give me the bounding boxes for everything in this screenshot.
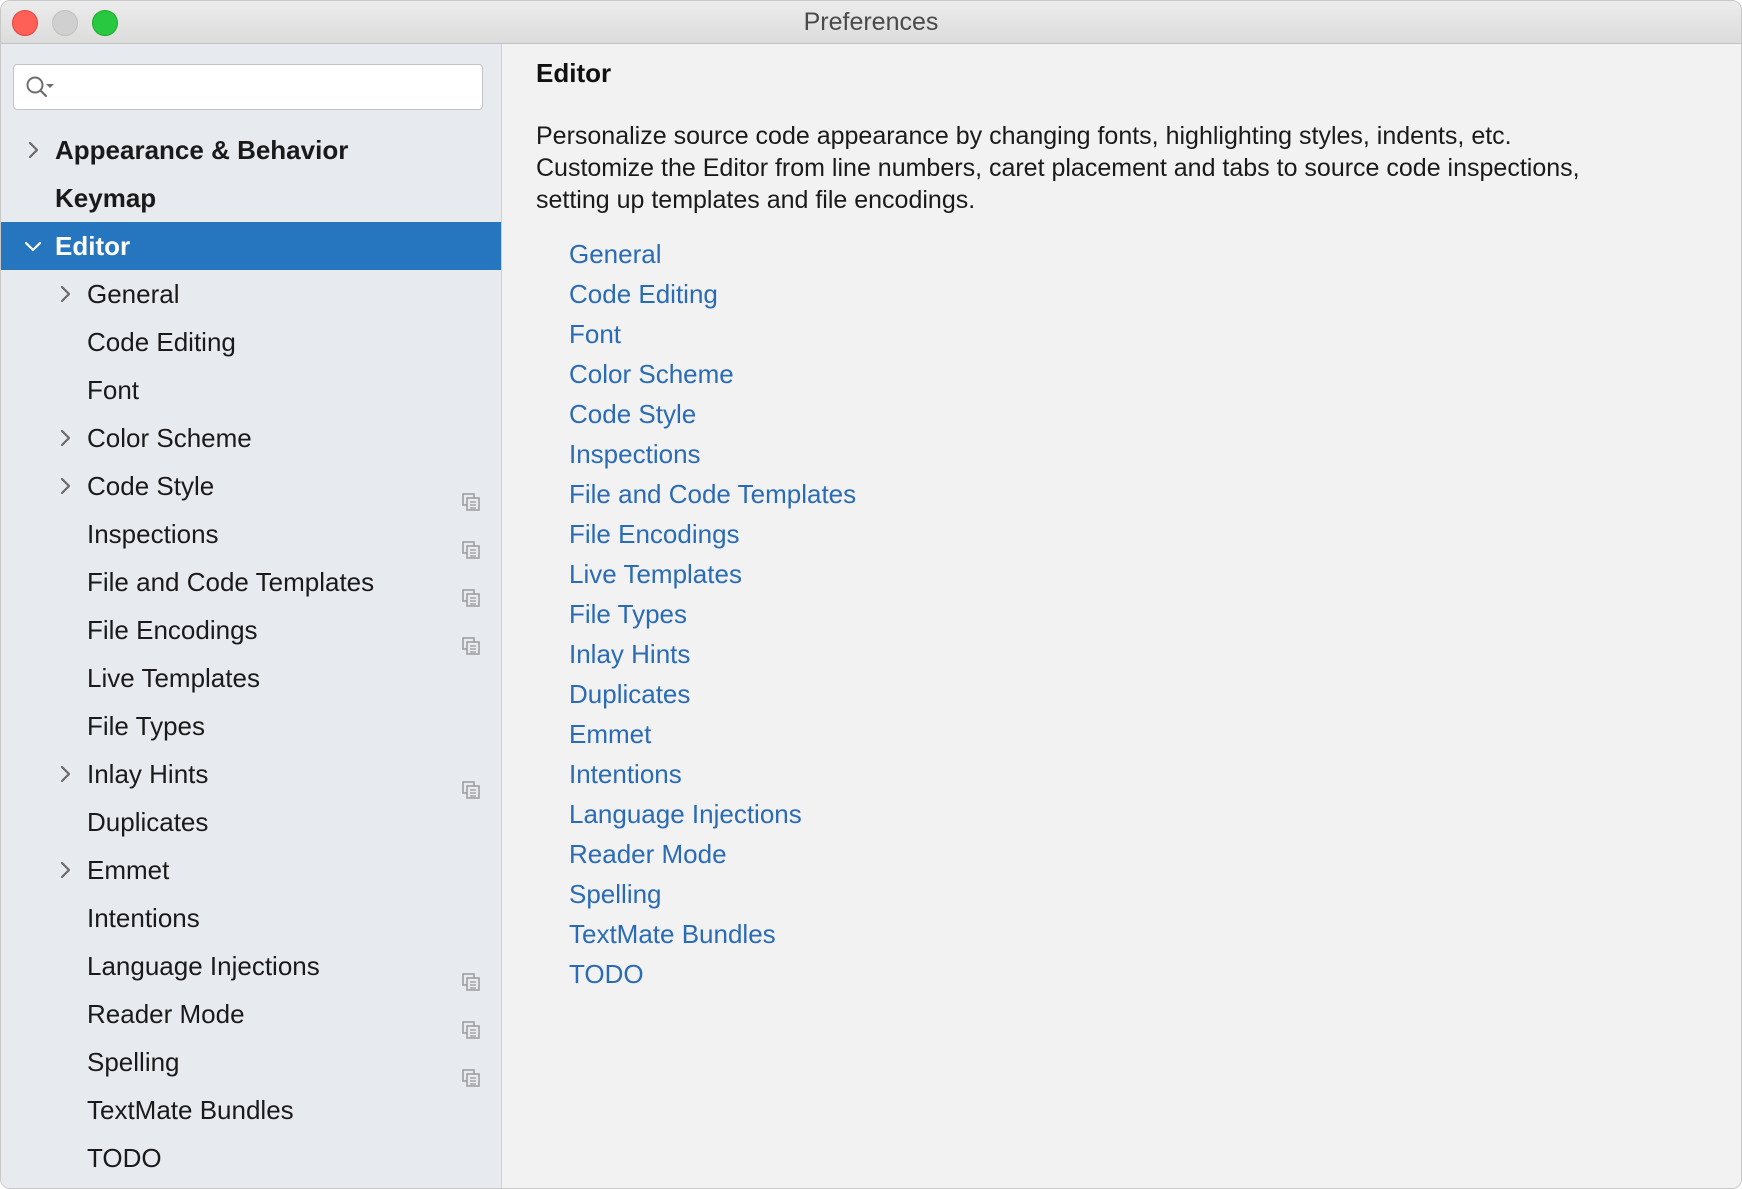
preferences-window: Preferences Appearance & Behavior Keymap E… [0,0,1742,1189]
chevron-right-icon[interactable] [55,428,75,448]
sidebar-item-label: File Encodings [87,615,258,645]
link-font[interactable]: Font [569,314,856,354]
search-icon[interactable] [25,75,55,101]
chevron-right-icon[interactable] [55,764,75,784]
sidebar-item-inspections[interactable]: Inspections [1,510,501,559]
chevron-right-icon[interactable] [55,284,75,304]
sidebar-item-emmet[interactable]: Emmet [1,846,501,894]
sidebar-item-label: Code Editing [87,327,236,357]
project-settings-icon [462,478,480,511]
sidebar-item-label: Duplicates [87,807,209,837]
sidebar-item-label: File Types [87,711,206,741]
sidebar-item-code-editing[interactable]: Code Editing [1,318,501,366]
sidebar-item-spelling[interactable]: Spelling [1,1038,501,1087]
project-settings-icon [462,622,480,655]
sidebar-item-label: Language Injections [87,951,320,981]
sidebar-item-general[interactable]: General [1,270,501,318]
link-general[interactable]: General [569,234,856,274]
chevron-down-icon[interactable] [23,236,43,256]
link-inspections[interactable]: Inspections [569,434,856,474]
project-settings-icon [462,574,480,607]
sidebar-item-font[interactable]: Font [1,366,501,414]
link-reader-mode[interactable]: Reader Mode [569,834,856,874]
sidebar-item-label: Reader Mode [87,999,245,1029]
link-code-editing[interactable]: Code Editing [569,274,856,314]
sidebar-item-inlay-hints[interactable]: Inlay Hints [1,750,501,799]
page-description: Personalize source code appearance by ch… [536,122,1580,214]
sidebar-item-label: TODO [87,1143,162,1173]
link-todo[interactable]: TODO [569,954,856,994]
sidebar-item-label: Code Style [87,471,215,501]
sidebar-item-label: Color Scheme [87,423,252,453]
project-settings-icon [462,958,480,991]
link-duplicates[interactable]: Duplicates [569,674,856,714]
search-input[interactable] [13,64,483,110]
sidebar-item-code-style[interactable]: Code Style [1,462,501,511]
sidebar-item-duplicates[interactable]: Duplicates [1,798,501,846]
sidebar-item-label: General [87,279,180,309]
sidebar-item-todo[interactable]: TODO [1,1134,501,1182]
link-file-and-code-templates[interactable]: File and Code Templates [569,474,856,514]
link-file-types[interactable]: File Types [569,594,856,634]
link-code-style[interactable]: Code Style [569,394,856,434]
link-intentions[interactable]: Intentions [569,754,856,794]
sidebar-item-label: Intentions [87,903,200,933]
sidebar-item-reader-mode[interactable]: Reader Mode [1,990,501,1039]
sidebar-item-file-encodings[interactable]: File Encodings [1,606,501,655]
sidebar-item-keymap[interactable]: Keymap [1,174,501,222]
sidebar-item-live-templates[interactable]: Live Templates [1,654,501,702]
sidebar-item-label: Inspections [87,519,219,549]
content-panel: Editor Personalize source code appearanc… [502,44,1741,1188]
window-title: Preferences [803,8,939,36]
sidebar-item-label: Editor [55,231,131,261]
sidebar-item-file-and-code-templates[interactable]: File and Code Templates [1,558,501,607]
sidebar-item-color-scheme[interactable]: Color Scheme [1,414,501,462]
sidebar-item-label: Font [87,375,140,405]
sidebar-item-language-injections[interactable]: Language Injections [1,942,501,991]
title-bar: Preferences [1,1,1741,44]
link-emmet[interactable]: Emmet [569,714,856,754]
sidebar-item-label: Inlay Hints [87,759,209,789]
sidebar-item-intentions[interactable]: Intentions [1,894,501,942]
link-inlay-hints[interactable]: Inlay Hints [569,634,856,674]
chevron-right-icon[interactable] [55,860,75,880]
settings-sidebar: Appearance & Behavior Keymap Editor General… [1,44,502,1188]
link-textmate-bundles[interactable]: TextMate Bundles [569,914,856,954]
chevron-right-icon[interactable] [23,140,43,160]
sidebar-item-label: Emmet [87,855,170,885]
project-settings-icon [462,526,480,559]
sidebar-item-label: File and Code Templates [87,567,375,597]
project-settings-icon [462,1054,480,1087]
sidebar-item-label: TextMate Bundles [87,1095,294,1125]
link-color-scheme[interactable]: Color Scheme [569,354,856,394]
page-title: Editor [536,58,612,88]
link-file-encodings[interactable]: File Encodings [569,514,856,554]
chevron-right-icon[interactable] [55,476,75,496]
subsection-links: General Code Editing Font Color Scheme Code … [569,234,856,994]
project-settings-icon [462,1006,480,1039]
link-language-injections[interactable]: Language Injections [569,794,856,834]
project-settings-icon [462,766,480,799]
sidebar-item-appearance-and-behavior[interactable]: Appearance & Behavior [1,126,501,174]
sidebar-item-label: Appearance & Behavior [55,135,349,165]
settings-tree: Appearance & Behavior Keymap Editor General… [1,126,501,1182]
link-spelling[interactable]: Spelling [569,874,856,914]
sidebar-item-editor[interactable]: Editor [1,222,501,270]
sidebar-item-textmate-bundles[interactable]: TextMate Bundles [1,1086,501,1134]
sidebar-item-label: Live Templates [87,663,260,693]
sidebar-item-file-types[interactable]: File Types [1,702,501,750]
sidebar-item-label: Spelling [87,1047,180,1077]
link-live-templates[interactable]: Live Templates [569,554,856,594]
sidebar-item-label: Keymap [55,183,157,213]
